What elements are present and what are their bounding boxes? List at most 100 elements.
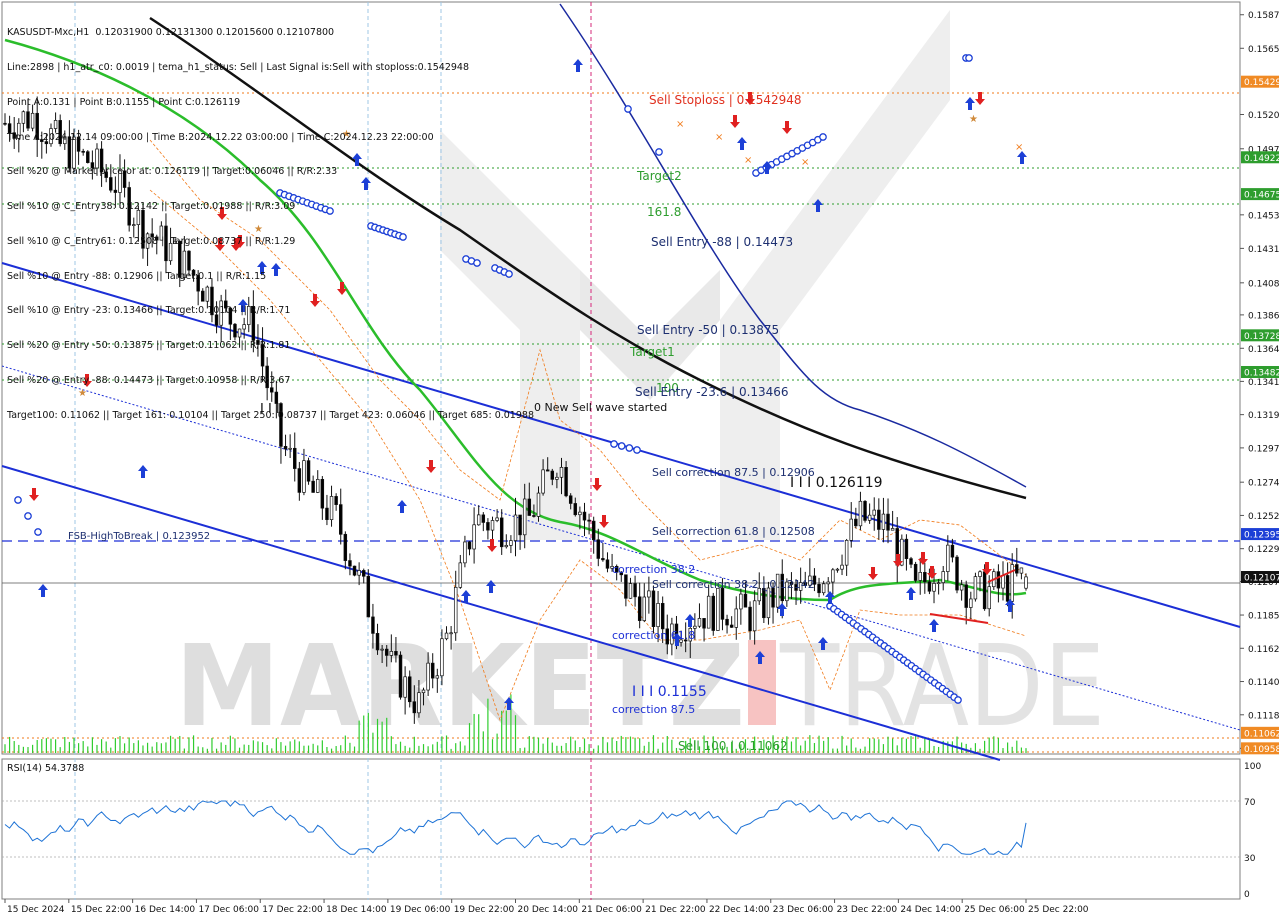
candle-body (863, 500, 867, 521)
candle-body (458, 562, 463, 588)
ann-target1: Target1 (629, 345, 675, 359)
ann-entry-23: Sell Entry -23.6 | 0.13466 (635, 385, 789, 399)
price-badge-label: 0.14675 (1244, 191, 1280, 201)
candle-body (817, 583, 821, 594)
info-line: Sell %20 @ Entry -88: 0.14473 || Target:… (7, 375, 291, 386)
ann-corr-618: Sell correction 61.8 | 0.12508 (652, 525, 815, 538)
x-mark: × (715, 132, 723, 143)
candle-body (996, 571, 1001, 589)
price-tick-label: 0.13196 (1248, 411, 1280, 421)
ann-entry-50: Sell Entry -50 | 0.13875 (637, 323, 779, 337)
ann-point-b: I I I 0.1155 (632, 684, 707, 700)
candle-body (499, 517, 504, 548)
price-badge-label: 0.12107 (1244, 574, 1280, 584)
candle-body (849, 518, 853, 541)
candle-body (495, 517, 499, 521)
time-axis: 15 Dec 2024 15 Dec 22:00 16 Dec 14:00 17 De… (4, 899, 1089, 915)
candle-body (545, 469, 550, 472)
signal-dot (624, 105, 632, 113)
candle-body (711, 595, 715, 631)
candle-body (762, 587, 766, 619)
time-tick-label: 23 Dec 22:00 (837, 905, 898, 915)
candle-body (421, 689, 426, 694)
candle-body (946, 544, 950, 572)
candle-body (550, 470, 555, 480)
candle-body (384, 648, 389, 656)
signal-dot (34, 528, 42, 536)
candle-body (362, 570, 366, 577)
ann-fib-161: 161.8 (647, 205, 681, 219)
candle-body (734, 608, 738, 628)
candle-body (886, 513, 890, 531)
price-tick-label: 0.13865 (1248, 311, 1280, 321)
time-tick-label: 25 Dec 22:00 (1028, 905, 1089, 915)
signal-dot (24, 512, 32, 520)
candle-body (716, 587, 720, 631)
candle-body (375, 633, 380, 651)
price-tick-label: 0.15878 (1248, 11, 1280, 21)
x-mark: × (1015, 142, 1023, 153)
candle-body (371, 616, 375, 634)
candle-body (444, 632, 449, 640)
price-badge-label: 0.10958 (1244, 745, 1280, 755)
time-tick-label: 18 Dec 14:00 (326, 905, 387, 915)
candle-body (923, 571, 927, 583)
candle-body (890, 528, 895, 531)
candle-body (725, 618, 729, 626)
candle-body (334, 496, 338, 505)
price-tick-label: 0.11852 (1248, 612, 1280, 622)
price-badge-label: 0.11062 (1244, 729, 1280, 739)
candle-body (366, 575, 371, 618)
price-badge-label: 0.13728 (1244, 332, 1280, 342)
candle-body (739, 593, 743, 610)
candle-body (1019, 567, 1024, 574)
time-tick-label: 15 Dec 2024 (7, 905, 65, 915)
rsi-level-100: 100 (1244, 762, 1261, 772)
price-tick-label: 0.13419 (1248, 378, 1280, 388)
candle-body (840, 564, 844, 570)
candle-body (955, 556, 959, 591)
candle-body (513, 514, 518, 541)
time-tick-label: 17 Dec 22:00 (262, 905, 323, 915)
candle-body (490, 520, 495, 531)
price-badge-label: 0.12395 (1244, 531, 1280, 541)
candle-body (343, 533, 348, 561)
candle-body (3, 122, 7, 125)
candle-body (628, 583, 633, 599)
candle-body (872, 509, 876, 516)
candle-body (867, 514, 872, 521)
candle-body (927, 581, 932, 592)
candle-body (642, 596, 647, 621)
price-badge-label: 0.15429 (1244, 78, 1280, 88)
candle-body (835, 568, 840, 571)
time-tick-label: 21 Dec 06:00 (581, 905, 642, 915)
candle-body (518, 514, 522, 536)
time-tick-label: 19 Dec 22:00 (454, 905, 515, 915)
candle-body (973, 576, 978, 600)
candle-body (969, 598, 973, 608)
candle-body (918, 571, 922, 581)
time-tick-label: 17 Dec 06:00 (198, 905, 259, 915)
candle-body (647, 590, 651, 598)
candle-body (302, 460, 306, 493)
candle-body (964, 584, 968, 608)
candle-body (982, 571, 987, 610)
time-tick-label: 15 Dec 22:00 (71, 905, 132, 915)
candle-body (527, 498, 532, 516)
candle-body (854, 518, 858, 527)
info-line: Target100: 0.11062 || Target 161: 0.1010… (7, 409, 534, 421)
info-line: Sell %20 @ Market price or at: 0.126119 … (7, 166, 338, 178)
price-tick-label: 0.14311 (1248, 245, 1280, 255)
candle-body (389, 651, 394, 656)
candle-body (357, 570, 361, 576)
candle-body (407, 676, 412, 703)
candle-body (532, 515, 536, 517)
candle-body (297, 468, 302, 493)
candle-body (959, 584, 964, 591)
time-tick-label: 23 Dec 06:00 (773, 905, 834, 915)
candle-body (826, 581, 830, 585)
candle-body (978, 571, 982, 577)
candle-body (435, 675, 440, 679)
candle-body (904, 538, 909, 560)
candle-body (651, 590, 656, 628)
